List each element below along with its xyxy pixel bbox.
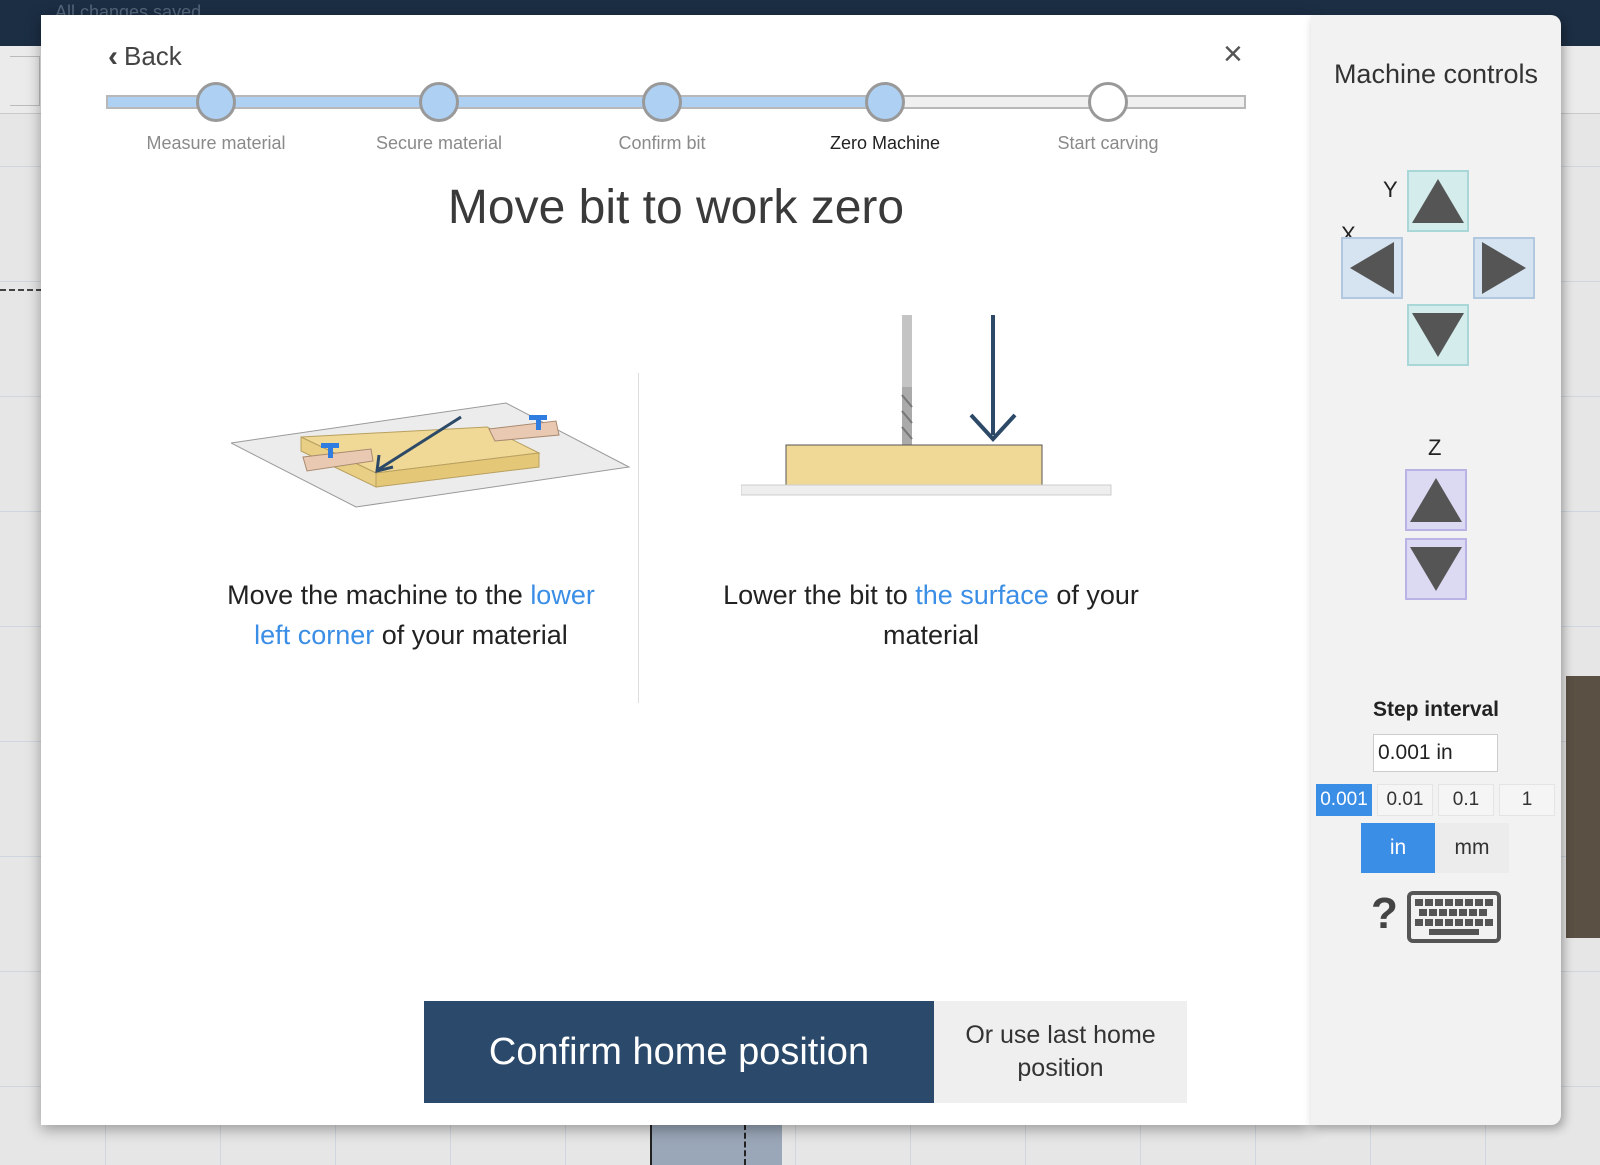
left-instruction-text: Move the machine to the	[227, 580, 531, 610]
right-instruction-text: Lower the bit to	[723, 580, 916, 610]
arrow-down-icon	[1412, 313, 1464, 357]
confirm-home-position-button[interactable]: Confirm home position	[424, 1001, 934, 1103]
step-dot-confirm-bit	[642, 82, 682, 122]
keyboard-icon[interactable]	[1407, 891, 1501, 943]
back-button[interactable]: ‹ Back	[108, 41, 182, 72]
interval-option-0-01[interactable]: 0.01	[1377, 784, 1433, 816]
jog-x-plus-button[interactable]	[1473, 237, 1535, 299]
arrow-down-icon	[1410, 547, 1462, 591]
jog-x-minus-button[interactable]	[1341, 237, 1403, 299]
step-dot-measure	[196, 82, 236, 122]
step-label-measure: Measure material	[146, 133, 286, 153]
step-dot-zero	[865, 82, 905, 122]
arrow-up-icon	[1410, 478, 1462, 522]
interval-option-0-1[interactable]: 0.1	[1438, 784, 1494, 816]
close-icon[interactable]: ×	[1223, 37, 1243, 71]
arrow-left-icon	[1350, 242, 1394, 294]
arrow-right-icon	[1482, 242, 1526, 294]
help-icon[interactable]: ?	[1371, 889, 1398, 939]
machine-controls-panel: Machine controls Y X Z Step interval 0.0…	[1311, 15, 1561, 1125]
arrow-up-icon	[1412, 179, 1464, 223]
unit-in-button[interactable]: in	[1361, 823, 1435, 873]
axis-label-y: Y	[1383, 177, 1398, 202]
canvas-material-preview	[1566, 676, 1600, 938]
right-instruction: Lower the bit to the surface of your mat…	[701, 575, 1161, 655]
left-instruction-tail: of your material	[374, 620, 568, 650]
lower-bit-illustration	[741, 315, 1112, 496]
step-label-confirm-bit: Confirm bit	[618, 133, 706, 153]
step-dot-secure	[419, 82, 459, 122]
jog-y-minus-button[interactable]	[1407, 304, 1469, 366]
step-dot-start	[1088, 82, 1128, 122]
back-label: Back	[124, 41, 182, 71]
lower-left-corner-illustration	[231, 402, 631, 508]
canvas-axis-line	[650, 1122, 652, 1165]
page-title: Move bit to work zero	[447, 181, 905, 234]
interval-option-0-001[interactable]: 0.001	[1316, 784, 1372, 816]
left-instruction: Move the machine to the lower left corne…	[211, 575, 611, 655]
canvas-selection-block	[652, 1122, 782, 1165]
axis-label-z: Z	[1428, 435, 1442, 460]
step-label-start: Start carving	[1057, 133, 1159, 153]
toolbar-button	[10, 56, 40, 106]
zero-machine-modal: ‹ Back × Measure material Secure materia…	[41, 15, 1311, 1125]
jog-z-plus-button[interactable]	[1405, 469, 1467, 531]
chevron-left-icon: ‹	[108, 39, 118, 73]
right-instruction-highlight: the surface	[915, 580, 1049, 610]
step-label-zero: Zero Machine	[829, 133, 941, 153]
jog-y-plus-button[interactable]	[1407, 170, 1469, 232]
jog-z-minus-button[interactable]	[1405, 538, 1467, 600]
step-label-secure: Secure material	[375, 133, 503, 153]
illustration-divider	[638, 373, 639, 703]
canvas-guide-line	[0, 289, 42, 291]
use-last-home-button[interactable]: Or use last home position	[934, 1001, 1187, 1103]
canvas-guide-line-vertical	[744, 1124, 746, 1165]
progress-stepper: Measure material Secure material Confirm…	[106, 81, 1246, 161]
unit-mm-button[interactable]: mm	[1435, 823, 1509, 873]
step-interval-input[interactable]	[1373, 734, 1498, 772]
interval-option-1[interactable]: 1	[1499, 784, 1555, 816]
step-interval-title: Step interval	[1372, 698, 1500, 721]
panel-title: Machine controls	[1333, 59, 1539, 89]
